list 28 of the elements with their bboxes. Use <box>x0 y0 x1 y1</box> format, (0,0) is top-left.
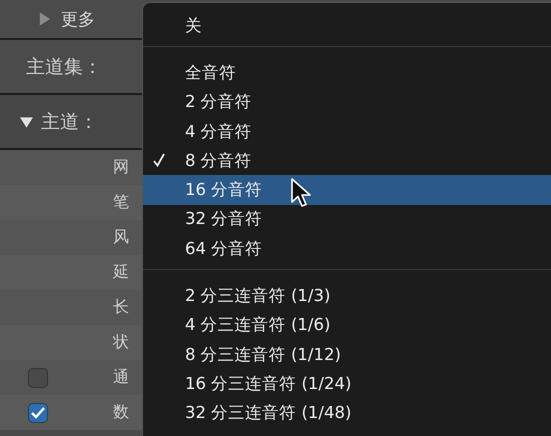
menu-item[interactable]: 2 分音符 <box>143 88 551 117</box>
collapse-triangle-icon[interactable] <box>20 114 33 128</box>
menu-item[interactable]: 关 <box>143 11 551 40</box>
parameter-label: 通 <box>113 367 129 388</box>
menu-item[interactable]: 2 分三连音符 (1/3) <box>143 281 551 311</box>
checkbox[interactable] <box>28 368 48 388</box>
parameter-label: 状 <box>113 332 129 353</box>
parameter-label: 数 <box>113 402 129 423</box>
section-header: 主道： <box>41 110 98 134</box>
menu-item[interactable]: 4 分音符 <box>143 116 551 146</box>
section-header: 更多 <box>61 8 95 30</box>
menu-item[interactable]: 32 分音符 <box>143 204 551 234</box>
menu-item[interactable]: 4 分三连音符 (1/6) <box>143 310 551 340</box>
parameter-label: 网 <box>113 157 129 178</box>
checkbox[interactable] <box>28 402 48 422</box>
menu-item[interactable]: 16 分音符 <box>143 175 551 205</box>
parameter-label: 长 <box>113 297 129 318</box>
parameter-label: 延 <box>113 262 129 283</box>
menu-item[interactable]: 32 分三连音符 (1/48) <box>143 398 551 428</box>
menu-item[interactable]: 8 分音符 <box>143 146 551 176</box>
parameter-label: 风 <box>113 227 129 248</box>
menu-item[interactable]: 16 分三连音符 (1/24) <box>143 369 551 399</box>
field-label: 主道集： <box>26 54 102 80</box>
expand-triangle-icon[interactable] <box>38 12 51 26</box>
menu-item[interactable]: 8 分三连音符 (1/12) <box>143 340 551 370</box>
parameter-label: 笔 <box>113 192 129 213</box>
menu-item[interactable]: 全音符 <box>143 58 551 88</box>
menu-item[interactable]: 64 分音符 <box>143 234 551 264</box>
